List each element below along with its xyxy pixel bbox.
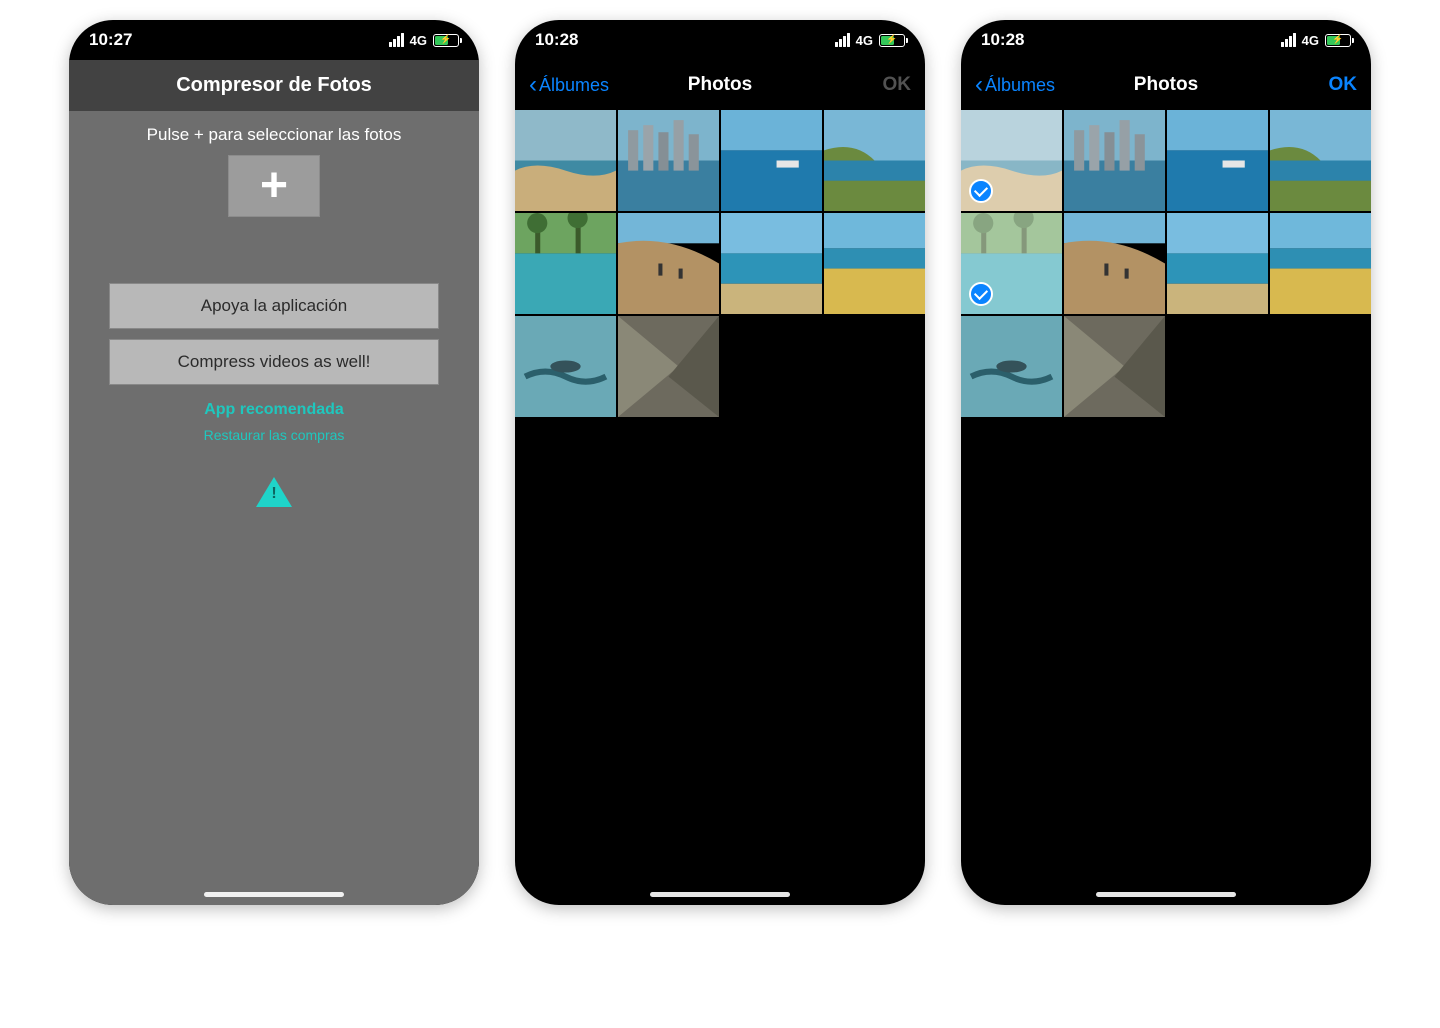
signal-icon bbox=[1281, 33, 1296, 47]
back-label: Álbumes bbox=[985, 75, 1055, 96]
status-bar: 10:28 4G ⚡ bbox=[515, 20, 925, 60]
ok-button[interactable]: OK bbox=[883, 74, 912, 96]
network-label: 4G bbox=[410, 33, 427, 48]
phone-picker-selected: 10:28 4G ⚡ ‹ Álbumes Photos OK bbox=[961, 20, 1371, 905]
plus-icon: + bbox=[260, 162, 288, 210]
status-time: 10:28 bbox=[981, 30, 1024, 50]
photo-thumb[interactable] bbox=[1167, 213, 1268, 314]
photo-thumb[interactable] bbox=[515, 316, 616, 417]
support-app-button[interactable]: Apoya la aplicación bbox=[109, 283, 439, 329]
checkmark-icon bbox=[969, 179, 993, 203]
chevron-left-icon: ‹ bbox=[529, 73, 537, 97]
photo-thumb[interactable] bbox=[1167, 110, 1268, 211]
back-button[interactable]: ‹ Álbumes bbox=[529, 73, 609, 97]
photo-thumb[interactable] bbox=[824, 110, 925, 211]
photo-grid bbox=[961, 110, 1371, 417]
nav-bar: ‹ Álbumes Photos OK bbox=[515, 60, 925, 110]
page-title: Compresor de Fotos bbox=[69, 60, 479, 111]
signal-icon bbox=[389, 33, 404, 47]
photo-thumb[interactable] bbox=[618, 110, 719, 211]
warning-icon[interactable] bbox=[256, 477, 292, 507]
photo-thumb[interactable] bbox=[1064, 316, 1165, 417]
status-indicators: 4G ⚡ bbox=[389, 33, 459, 48]
photo-thumb[interactable] bbox=[961, 316, 1062, 417]
compress-videos-button[interactable]: Compress videos as well! bbox=[109, 339, 439, 385]
home-indicator[interactable] bbox=[1096, 892, 1236, 897]
photo-thumb[interactable] bbox=[721, 110, 822, 211]
checkmark-icon bbox=[969, 282, 993, 306]
photo-grid bbox=[515, 110, 925, 417]
photo-thumb[interactable] bbox=[824, 213, 925, 314]
chevron-left-icon: ‹ bbox=[975, 73, 983, 97]
photo-thumb[interactable] bbox=[515, 110, 616, 211]
back-button[interactable]: ‹ Álbumes bbox=[975, 73, 1055, 97]
photo-thumb-selected[interactable] bbox=[961, 110, 1062, 211]
home-indicator[interactable] bbox=[204, 892, 344, 897]
photo-thumb-selected[interactable] bbox=[961, 213, 1062, 314]
network-label: 4G bbox=[1302, 33, 1319, 48]
status-time: 10:28 bbox=[535, 30, 578, 50]
status-indicators: 4G ⚡ bbox=[1281, 33, 1351, 48]
ok-button[interactable]: OK bbox=[1329, 74, 1358, 96]
signal-icon bbox=[835, 33, 850, 47]
network-label: 4G bbox=[856, 33, 873, 48]
recommended-app-link[interactable]: App recomendada bbox=[69, 401, 479, 419]
photo-thumb[interactable] bbox=[1064, 213, 1165, 314]
battery-icon: ⚡ bbox=[1325, 34, 1351, 47]
add-photos-button[interactable]: + bbox=[228, 155, 320, 217]
photo-thumb[interactable] bbox=[1270, 213, 1371, 314]
phone-main-screen: 10:27 4G ⚡ Compresor de Fotos Pulse + pa… bbox=[69, 20, 479, 905]
status-time: 10:27 bbox=[89, 30, 132, 50]
photo-thumb[interactable] bbox=[515, 213, 616, 314]
restore-purchases-link[interactable]: Restaurar las compras bbox=[69, 427, 479, 443]
back-label: Álbumes bbox=[539, 75, 609, 96]
photo-thumb[interactable] bbox=[618, 316, 719, 417]
status-bar: 10:28 4G ⚡ bbox=[961, 20, 1371, 60]
photo-thumb[interactable] bbox=[1064, 110, 1165, 211]
photo-thumb[interactable] bbox=[618, 213, 719, 314]
instruction-text: Pulse + para seleccionar las fotos bbox=[69, 125, 479, 145]
photo-thumb[interactable] bbox=[721, 213, 822, 314]
phone-picker-unselected: 10:28 4G ⚡ ‹ Álbumes Photos OK bbox=[515, 20, 925, 905]
home-indicator[interactable] bbox=[650, 892, 790, 897]
status-indicators: 4G ⚡ bbox=[835, 33, 905, 48]
nav-bar: ‹ Álbumes Photos OK bbox=[961, 60, 1371, 110]
status-bar: 10:27 4G ⚡ bbox=[69, 20, 479, 60]
battery-icon: ⚡ bbox=[879, 34, 905, 47]
photo-thumb[interactable] bbox=[1270, 110, 1371, 211]
battery-icon: ⚡ bbox=[433, 34, 459, 47]
